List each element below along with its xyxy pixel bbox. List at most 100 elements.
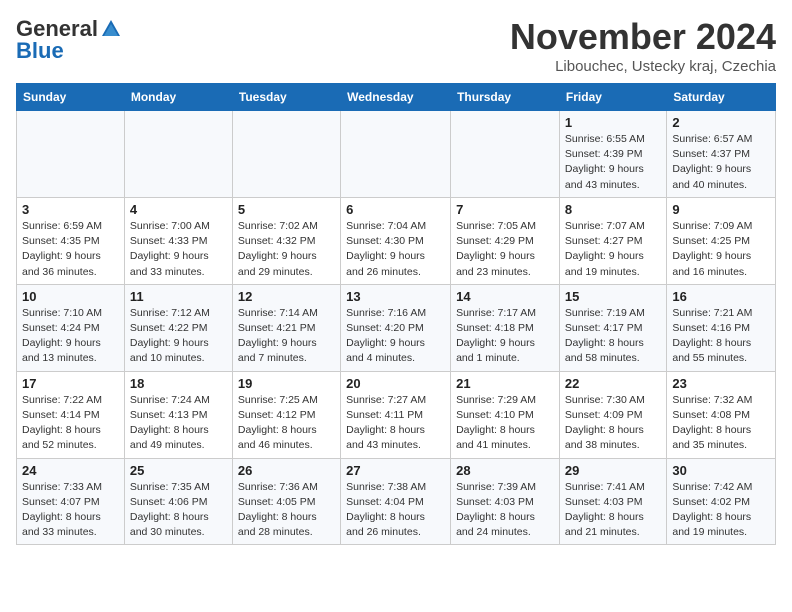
calendar-cell: 29 Sunrise: 7:41 AM Sunset: 4:03 PM Dayli… — [559, 458, 666, 545]
column-header-wednesday: Wednesday — [341, 84, 451, 111]
calendar-cell: 11 Sunrise: 7:12 AM Sunset: 4:22 PM Dayli… — [124, 284, 232, 371]
day-detail: Sunrise: 7:21 AM Sunset: 4:16 PM Dayligh… — [672, 306, 770, 367]
day-detail: Sunrise: 7:42 AM Sunset: 4:02 PM Dayligh… — [672, 480, 770, 541]
calendar-cell: 12 Sunrise: 7:14 AM Sunset: 4:21 PM Dayli… — [232, 284, 340, 371]
day-detail: Sunrise: 7:22 AM Sunset: 4:14 PM Dayligh… — [22, 393, 119, 454]
day-number: 6 — [346, 202, 445, 217]
calendar-cell: 20 Sunrise: 7:27 AM Sunset: 4:11 PM Dayli… — [341, 371, 451, 458]
day-number: 29 — [565, 463, 661, 478]
day-detail: Sunrise: 7:39 AM Sunset: 4:03 PM Dayligh… — [456, 480, 554, 541]
calendar-cell — [17, 111, 125, 198]
calendar-week-1: 1 Sunrise: 6:55 AM Sunset: 4:39 PM Daylig… — [17, 111, 776, 198]
day-number: 21 — [456, 376, 554, 391]
calendar-cell: 7 Sunrise: 7:05 AM Sunset: 4:29 PM Daylig… — [451, 197, 560, 284]
day-detail: Sunrise: 7:32 AM Sunset: 4:08 PM Dayligh… — [672, 393, 770, 454]
calendar-week-4: 17 Sunrise: 7:22 AM Sunset: 4:14 PM Dayli… — [17, 371, 776, 458]
calendar-cell — [232, 111, 340, 198]
column-header-tuesday: Tuesday — [232, 84, 340, 111]
page-header: General Blue November 2024 Libouchec, Us… — [16, 16, 776, 75]
day-number: 11 — [130, 289, 227, 304]
column-header-friday: Friday — [559, 84, 666, 111]
calendar-cell — [451, 111, 560, 198]
day-detail: Sunrise: 7:12 AM Sunset: 4:22 PM Dayligh… — [130, 306, 227, 367]
day-number: 15 — [565, 289, 661, 304]
day-detail: Sunrise: 7:36 AM Sunset: 4:05 PM Dayligh… — [238, 480, 335, 541]
day-detail: Sunrise: 7:10 AM Sunset: 4:24 PM Dayligh… — [22, 306, 119, 367]
calendar-cell: 21 Sunrise: 7:29 AM Sunset: 4:10 PM Dayli… — [451, 371, 560, 458]
calendar-cell: 4 Sunrise: 7:00 AM Sunset: 4:33 PM Daylig… — [124, 197, 232, 284]
calendar-cell: 13Sunrise: 7:16 AM Sunset: 4:20 PM Dayli… — [341, 284, 451, 371]
column-header-thursday: Thursday — [451, 84, 560, 111]
logo-icon — [100, 18, 122, 40]
calendar-cell: 26 Sunrise: 7:36 AM Sunset: 4:05 PM Dayli… — [232, 458, 340, 545]
day-number: 22 — [565, 376, 661, 391]
day-number: 26 — [238, 463, 335, 478]
column-header-saturday: Saturday — [667, 84, 776, 111]
day-detail: Sunrise: 7:04 AM Sunset: 4:30 PM Dayligh… — [346, 219, 445, 280]
calendar-cell: 6 Sunrise: 7:04 AM Sunset: 4:30 PM Daylig… — [341, 197, 451, 284]
day-number: 20 — [346, 376, 445, 391]
day-detail: Sunrise: 7:41 AM Sunset: 4:03 PM Dayligh… — [565, 480, 661, 541]
day-detail: Sunrise: 7:25 AM Sunset: 4:12 PM Dayligh… — [238, 393, 335, 454]
day-detail: Sunrise: 7:02 AM Sunset: 4:32 PM Dayligh… — [238, 219, 335, 280]
day-number: 2 — [672, 115, 770, 130]
calendar-cell: 8Sunrise: 7:07 AM Sunset: 4:27 PM Daylig… — [559, 197, 666, 284]
day-detail: Sunrise: 7:09 AM Sunset: 4:25 PM Dayligh… — [672, 219, 770, 280]
day-number: 25 — [130, 463, 227, 478]
calendar-week-5: 24 Sunrise: 7:33 AM Sunset: 4:07 PM Dayli… — [17, 458, 776, 545]
day-number: 24 — [22, 463, 119, 478]
day-number: 14 — [456, 289, 554, 304]
calendar-cell: 2 Sunrise: 6:57 AM Sunset: 4:37 PM Daylig… — [667, 111, 776, 198]
day-number: 7 — [456, 202, 554, 217]
day-detail: Sunrise: 7:29 AM Sunset: 4:10 PM Dayligh… — [456, 393, 554, 454]
day-detail: Sunrise: 6:55 AM Sunset: 4:39 PM Dayligh… — [565, 132, 661, 193]
calendar-cell: 30 Sunrise: 7:42 AM Sunset: 4:02 PM Dayli… — [667, 458, 776, 545]
calendar-cell: 28 Sunrise: 7:39 AM Sunset: 4:03 PM Dayli… — [451, 458, 560, 545]
calendar-cell: 14 Sunrise: 7:17 AM Sunset: 4:18 PM Dayli… — [451, 284, 560, 371]
day-number: 17 — [22, 376, 119, 391]
calendar-header-row: SundayMondayTuesdayWednesdayThursdayFrid… — [17, 84, 776, 111]
logo: General Blue — [16, 16, 122, 64]
day-detail: Sunrise: 7:05 AM Sunset: 4:29 PM Dayligh… — [456, 219, 554, 280]
day-number: 19 — [238, 376, 335, 391]
calendar-cell: 24 Sunrise: 7:33 AM Sunset: 4:07 PM Dayli… — [17, 458, 125, 545]
day-detail: Sunrise: 7:24 AM Sunset: 4:13 PM Dayligh… — [130, 393, 227, 454]
calendar-cell: 3Sunrise: 6:59 AM Sunset: 4:35 PM Daylig… — [17, 197, 125, 284]
calendar-cell: 1 Sunrise: 6:55 AM Sunset: 4:39 PM Daylig… — [559, 111, 666, 198]
calendar-cell — [124, 111, 232, 198]
day-number: 16 — [672, 289, 770, 304]
day-number: 12 — [238, 289, 335, 304]
column-header-monday: Monday — [124, 84, 232, 111]
day-detail: Sunrise: 7:33 AM Sunset: 4:07 PM Dayligh… — [22, 480, 119, 541]
day-number: 5 — [238, 202, 335, 217]
calendar-cell: 22Sunrise: 7:30 AM Sunset: 4:09 PM Dayli… — [559, 371, 666, 458]
day-number: 30 — [672, 463, 770, 478]
calendar-table: SundayMondayTuesdayWednesdayThursdayFrid… — [16, 83, 776, 545]
day-number: 23 — [672, 376, 770, 391]
day-number: 28 — [456, 463, 554, 478]
calendar-cell: 5 Sunrise: 7:02 AM Sunset: 4:32 PM Daylig… — [232, 197, 340, 284]
calendar-cell: 9Sunrise: 7:09 AM Sunset: 4:25 PM Daylig… — [667, 197, 776, 284]
title-area: November 2024 Libouchec, Ustecky kraj, C… — [510, 16, 776, 75]
day-number: 3 — [22, 202, 119, 217]
day-number: 1 — [565, 115, 661, 130]
day-detail: Sunrise: 7:17 AM Sunset: 4:18 PM Dayligh… — [456, 306, 554, 367]
calendar-cell: 23 Sunrise: 7:32 AM Sunset: 4:08 PM Dayli… — [667, 371, 776, 458]
day-detail: Sunrise: 7:38 AM Sunset: 4:04 PM Dayligh… — [346, 480, 445, 541]
day-detail: Sunrise: 7:19 AM Sunset: 4:17 PM Dayligh… — [565, 306, 661, 367]
calendar-cell: 17 Sunrise: 7:22 AM Sunset: 4:14 PM Dayli… — [17, 371, 125, 458]
calendar-cell: 15 Sunrise: 7:19 AM Sunset: 4:17 PM Dayli… — [559, 284, 666, 371]
day-detail: Sunrise: 7:00 AM Sunset: 4:33 PM Dayligh… — [130, 219, 227, 280]
calendar-cell: 25Sunrise: 7:35 AM Sunset: 4:06 PM Dayli… — [124, 458, 232, 545]
day-number: 4 — [130, 202, 227, 217]
calendar-cell — [341, 111, 451, 198]
day-number: 10 — [22, 289, 119, 304]
day-detail: Sunrise: 7:27 AM Sunset: 4:11 PM Dayligh… — [346, 393, 445, 454]
day-number: 8 — [565, 202, 661, 217]
day-number: 18 — [130, 376, 227, 391]
day-number: 13 — [346, 289, 445, 304]
column-header-sunday: Sunday — [17, 84, 125, 111]
calendar-week-2: 3Sunrise: 6:59 AM Sunset: 4:35 PM Daylig… — [17, 197, 776, 284]
day-detail: Sunrise: 7:14 AM Sunset: 4:21 PM Dayligh… — [238, 306, 335, 367]
day-detail: Sunrise: 6:57 AM Sunset: 4:37 PM Dayligh… — [672, 132, 770, 193]
